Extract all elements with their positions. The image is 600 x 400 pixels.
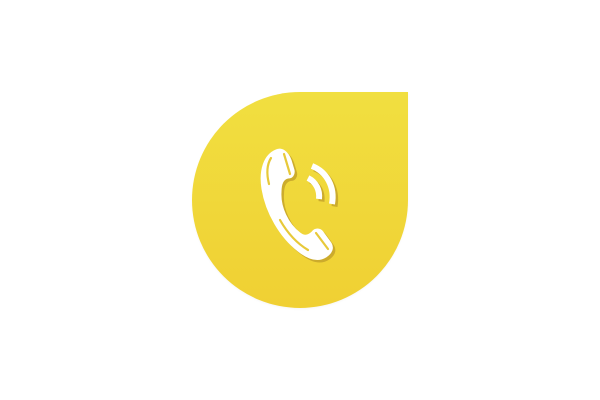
canvas (0, 0, 600, 400)
phone-app-icon[interactable] (192, 92, 408, 308)
phone-call-icon (192, 92, 408, 308)
